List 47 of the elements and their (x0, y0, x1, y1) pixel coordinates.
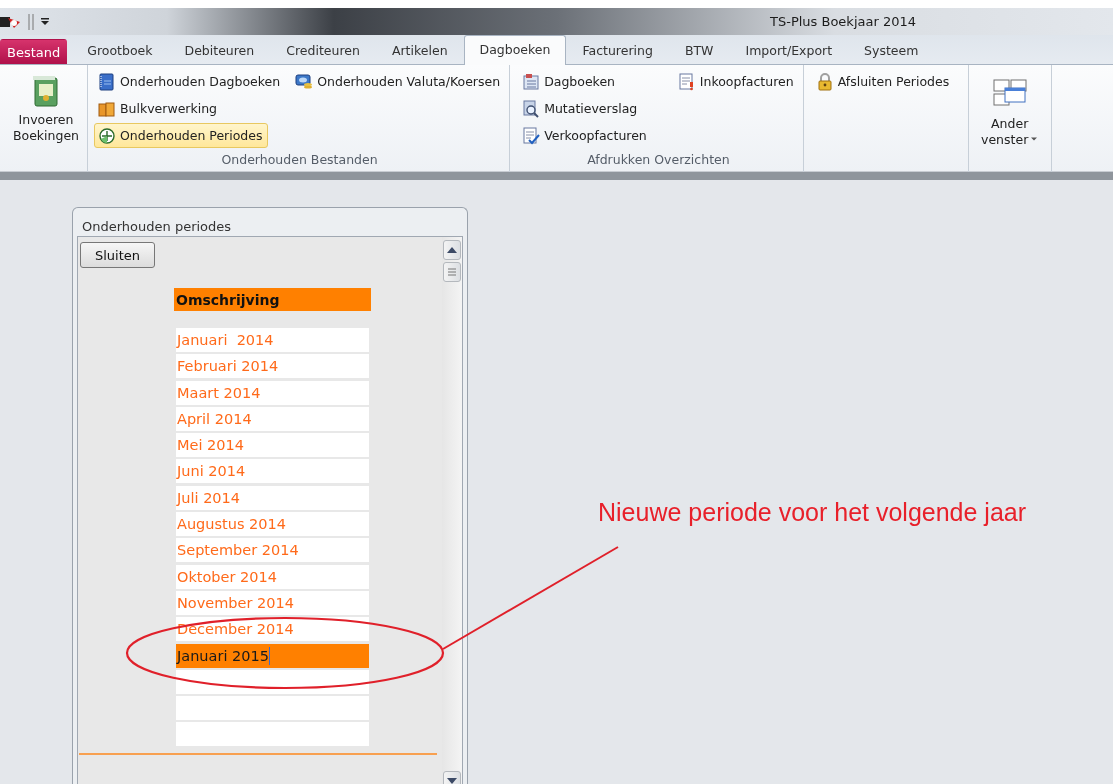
grip-icon (447, 268, 457, 276)
customize-arrow-icon (40, 16, 50, 27)
close-button[interactable]: Sluiten (80, 242, 155, 268)
ribbon-tab[interactable]: Grootboek (71, 36, 169, 64)
coins-icon (295, 72, 314, 91)
scroll-up-button[interactable] (443, 240, 461, 260)
group-label: Afdrukken Overzichten (586, 152, 731, 169)
books-icon (98, 99, 116, 118)
padlock-icon (815, 72, 834, 91)
period-field[interactable]: Januari 2015 (176, 643, 369, 668)
window-title: TS-Plus Boekjaar 2014 (770, 14, 916, 29)
ribbon-button[interactable]: Afsluiten Periodes (811, 69, 955, 94)
ribbon-tab[interactable]: BTW (668, 36, 730, 64)
clipboard-icon (522, 72, 541, 91)
document-alert-icon (677, 72, 696, 91)
ribbon-tab[interactable]: Import/Export (729, 36, 849, 64)
file-tab[interactable]: Bestand (0, 39, 68, 64)
group-label: Onderhouden Bestanden (220, 152, 379, 169)
column-header: Omschrijving (174, 288, 371, 311)
ribbon-tab[interactable]: Debiteuren (168, 36, 271, 64)
ribbon-button[interactable]: Onderhouden Periodes (94, 123, 268, 148)
separator-icon (26, 12, 36, 31)
ribbon-button[interactable]: Inkoopfacturen (673, 69, 799, 94)
clock-plus-icon (98, 126, 116, 145)
ribbon-tab[interactable]: Dagboeken (463, 35, 567, 65)
ribbon-tab[interactable]: Systeem (848, 36, 935, 64)
ribbon-tab[interactable]: Facturering (566, 36, 669, 64)
window-title: Onderhouden periodes (82, 219, 232, 234)
ribbon-button[interactable]: Onderhouden Dagboeken (94, 69, 286, 94)
ribbon-button[interactable]: Mutatieverslag (518, 96, 643, 121)
ribbon-tab[interactable]: Artikelen (375, 36, 464, 64)
scroll-thumb[interactable] (443, 262, 461, 282)
ribbon-button[interactable]: Onderhouden Valuta/Koersen (291, 69, 506, 94)
document-check-icon (522, 126, 541, 145)
ribbon-button[interactable]: Verkoopfacturen (518, 123, 652, 148)
ribbon-large-button[interactable]: Invoeren Boekingen (4, 69, 88, 155)
period-field[interactable] (176, 669, 369, 694)
down-arrow-icon (446, 777, 458, 784)
annotation-text: Nieuwe periode voor het volgende jaar (598, 498, 1027, 527)
ribbon-large-button[interactable]: Ander venster (972, 69, 1047, 155)
magnifier-icon (522, 99, 541, 118)
ribbon-tab[interactable]: Crediteuren (270, 36, 376, 64)
text-cursor (268, 646, 270, 665)
ribbon-button[interactable]: Bulkverwerking (94, 96, 223, 121)
ribbon-button[interactable]: Dagboeken (518, 69, 621, 94)
notebook-icon (98, 72, 116, 91)
up-arrow-icon (446, 246, 458, 254)
